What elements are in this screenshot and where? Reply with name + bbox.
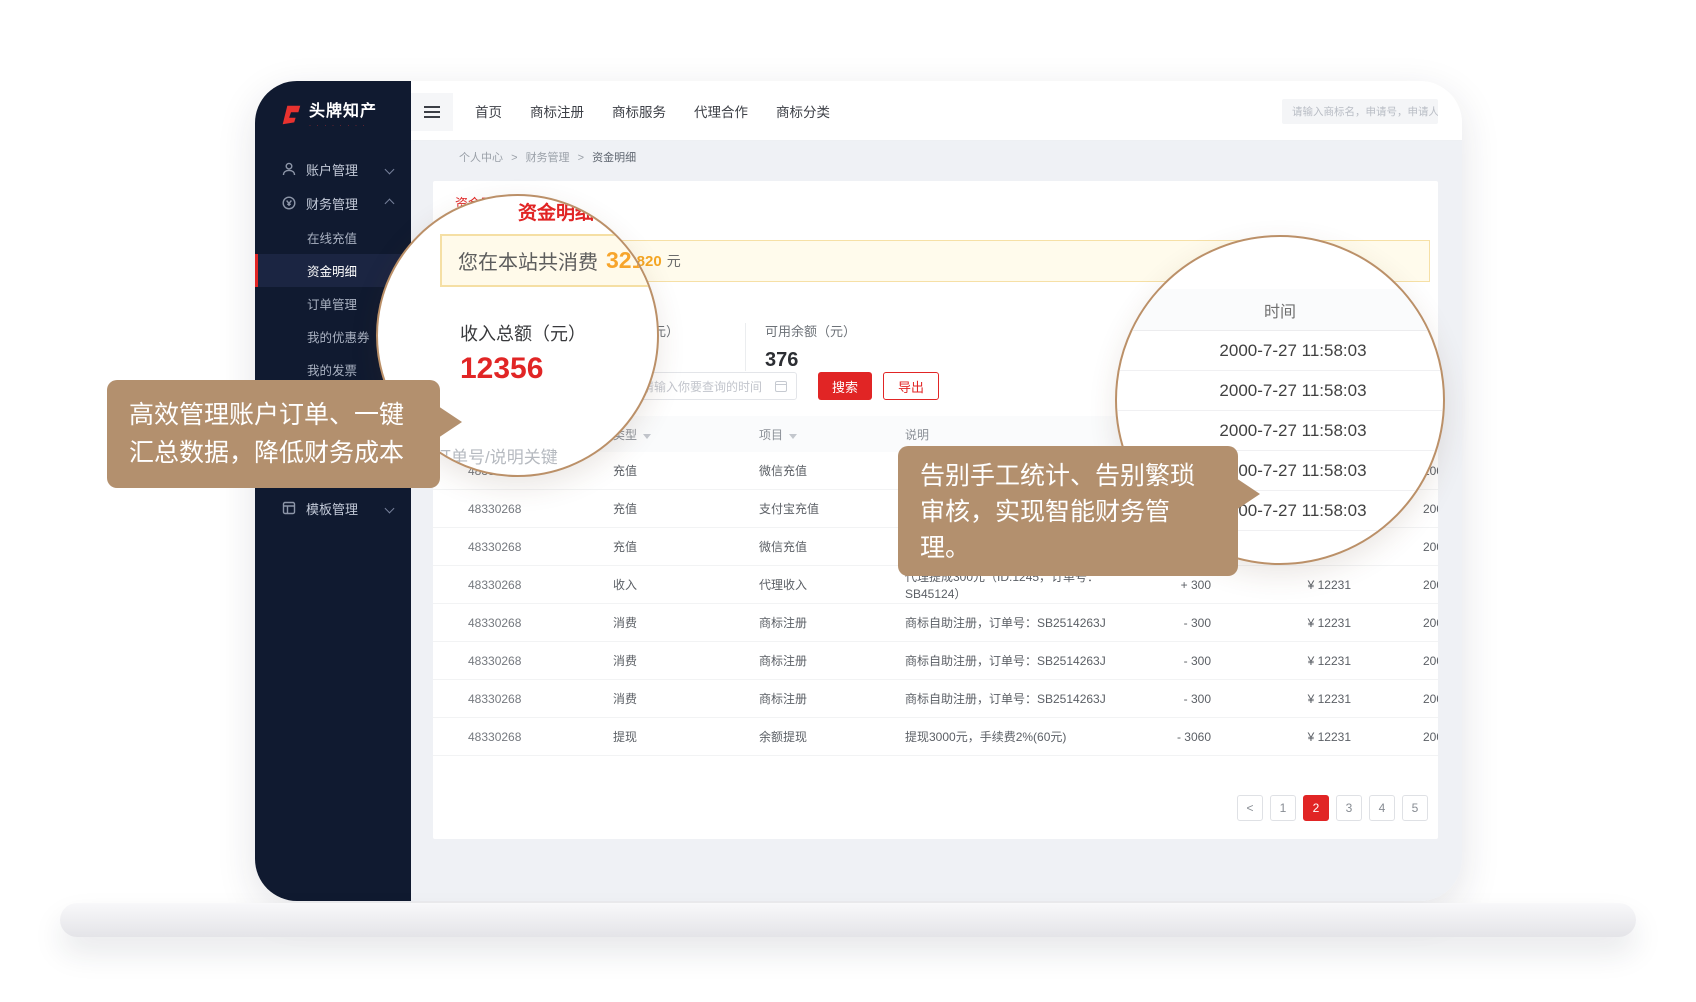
stat-label: 可用余额（元） xyxy=(765,321,856,340)
date-placeholder: 请输入你要查询的时间 xyxy=(642,378,775,395)
sidebar-subitem-label: 资金明细 xyxy=(307,261,357,280)
callout-line: 告别手工统计、告别繁琐 xyxy=(920,458,1216,494)
sidebar-subitem-label: 订单管理 xyxy=(307,294,357,313)
hamburger-menu-icon[interactable] xyxy=(411,93,453,131)
sort-caret-icon xyxy=(789,434,797,439)
magnified-banner: 您在本站共消费 32124 xyxy=(440,234,659,287)
pagination-page-3[interactable]: 3 xyxy=(1336,795,1362,821)
magnified-time-row: 2000-7-27 11:58:03 xyxy=(1117,371,1443,411)
breadcrumb-item[interactable]: 财务管理 xyxy=(526,152,570,164)
breadcrumb: 个人中心 > 财务管理 > 资金明细 xyxy=(459,149,636,165)
nav-link-register[interactable]: 商标注册 xyxy=(530,101,584,121)
chevron-down-icon xyxy=(385,503,395,513)
pagination: < 1 2 3 4 5 xyxy=(1237,795,1428,821)
magnified-income-label: 收入总额（元） xyxy=(460,320,586,346)
column-header-project[interactable]: 项目 xyxy=(759,426,905,443)
sidebar-item-account[interactable]: 账户管理 xyxy=(255,153,411,185)
breadcrumb-current: 资金明细 xyxy=(592,152,636,164)
stat-balance: 可用余额（元） 376 xyxy=(765,321,856,372)
magnified-income-value: 12356 xyxy=(460,352,543,386)
column-header-desc: 说明 xyxy=(905,426,1125,443)
nav-link-agent[interactable]: 代理合作 xyxy=(694,101,748,121)
nav-link-services[interactable]: 商标服务 xyxy=(612,101,666,121)
callout-line: 理。 xyxy=(920,530,1216,566)
banner-unit: 元 xyxy=(667,251,681,271)
sidebar-item-label: 账户管理 xyxy=(306,160,358,179)
sidebar-subitem-recharge[interactable]: 在线充值 xyxy=(255,221,411,254)
callout-line: 高效管理账户订单、一键 xyxy=(129,396,418,434)
column-header-type[interactable]: 类型 xyxy=(613,426,759,443)
top-nav: 首页 商标注册 商标服务 代理合作 商标分类 xyxy=(411,81,1462,141)
magnified-time-row: 2000-7-27 11:58:03 xyxy=(1117,331,1443,371)
stat-divider xyxy=(745,323,746,371)
date-filter-input[interactable]: 请输入你要查询的时间 xyxy=(631,372,797,400)
nav-link-classes[interactable]: 商标分类 xyxy=(776,101,830,121)
export-button[interactable]: 导出 xyxy=(883,372,939,400)
table-row: 48330268 消费 商标注册 商标自助注册，订单号：SB2514263J -… xyxy=(433,604,1438,642)
magnified-keyword-text: 订单号/说明关键 xyxy=(434,443,558,468)
sidebar-item-label: 模板管理 xyxy=(306,499,358,518)
table-row: 48330268 消费 商标注册 商标自助注册，订单号：SB2514263J -… xyxy=(433,642,1438,680)
callout-line: 汇总数据，降低财务成本 xyxy=(129,434,418,472)
sort-caret-icon xyxy=(643,434,651,439)
user-icon xyxy=(281,161,297,177)
brand-subtext: · · · · · · · · xyxy=(309,123,377,129)
brand-name: 头牌知产 xyxy=(309,103,377,121)
sidebar-subitem-label: 我的发票 xyxy=(307,360,357,379)
magnified-tab: 资金明细 xyxy=(518,198,594,225)
brand-logo: 头牌知产 · · · · · · · · xyxy=(279,103,377,129)
trademark-search-input[interactable] xyxy=(1282,99,1438,124)
nav-links: 首页 商标注册 商标服务 代理合作 商标分类 xyxy=(475,101,830,121)
stat-value: 376 xyxy=(765,349,856,372)
calendar-icon[interactable] xyxy=(775,381,787,392)
magnified-banner-amount: 32124 xyxy=(606,247,659,274)
search-button[interactable]: 搜索 xyxy=(818,372,872,400)
table-row: 48330268 提现 余额提现 提现3000元，手续费2%(60元) - 30… xyxy=(433,718,1438,756)
sidebar-subitem-label: 在线充值 xyxy=(307,228,357,247)
pagination-page-4[interactable]: 4 xyxy=(1369,795,1395,821)
callout-finance-cost: 高效管理账户订单、一键 汇总数据，降低财务成本 xyxy=(107,380,440,488)
sidebar: 头牌知产 · · · · · · · · 账户管理 财务管理 在线充值 xyxy=(255,81,411,901)
callout-smart-finance: 告别手工统计、告别繁琐 审核，实现智能财务管 理。 xyxy=(898,446,1238,576)
pagination-page-5[interactable]: 5 xyxy=(1402,795,1428,821)
pagination-prev-button[interactable]: < xyxy=(1237,795,1263,821)
sidebar-item-template[interactable]: 模板管理 xyxy=(255,492,411,524)
laptop-mockup: 头牌知产 · · · · · · · · 账户管理 财务管理 在线充值 xyxy=(0,0,1696,1002)
chevron-up-icon xyxy=(385,198,395,208)
breadcrumb-item[interactable]: 个人中心 xyxy=(459,152,503,164)
sidebar-item-finance[interactable]: 财务管理 xyxy=(255,187,411,219)
brand-flag-icon xyxy=(279,103,303,127)
table-row: 48330268 消费 商标注册 商标自助注册，订单号：SB2514263J -… xyxy=(433,680,1438,718)
nav-link-home[interactable]: 首页 xyxy=(475,101,502,121)
coin-icon xyxy=(281,195,297,211)
magnified-time-row: 2000-7-27 11:58:03 xyxy=(1117,411,1443,451)
sidebar-item-label: 财务管理 xyxy=(306,194,358,213)
sidebar-subitem-label: 我的优惠券 xyxy=(307,327,370,346)
chevron-down-icon xyxy=(385,164,395,174)
pagination-page-2-active[interactable]: 2 xyxy=(1303,795,1329,821)
template-icon xyxy=(281,500,297,516)
callout-line: 审核，实现智能财务管 xyxy=(920,494,1216,530)
pagination-page-1[interactable]: 1 xyxy=(1270,795,1296,821)
magnified-time-header: 时间 xyxy=(1117,289,1443,331)
laptop-base xyxy=(60,903,1636,937)
